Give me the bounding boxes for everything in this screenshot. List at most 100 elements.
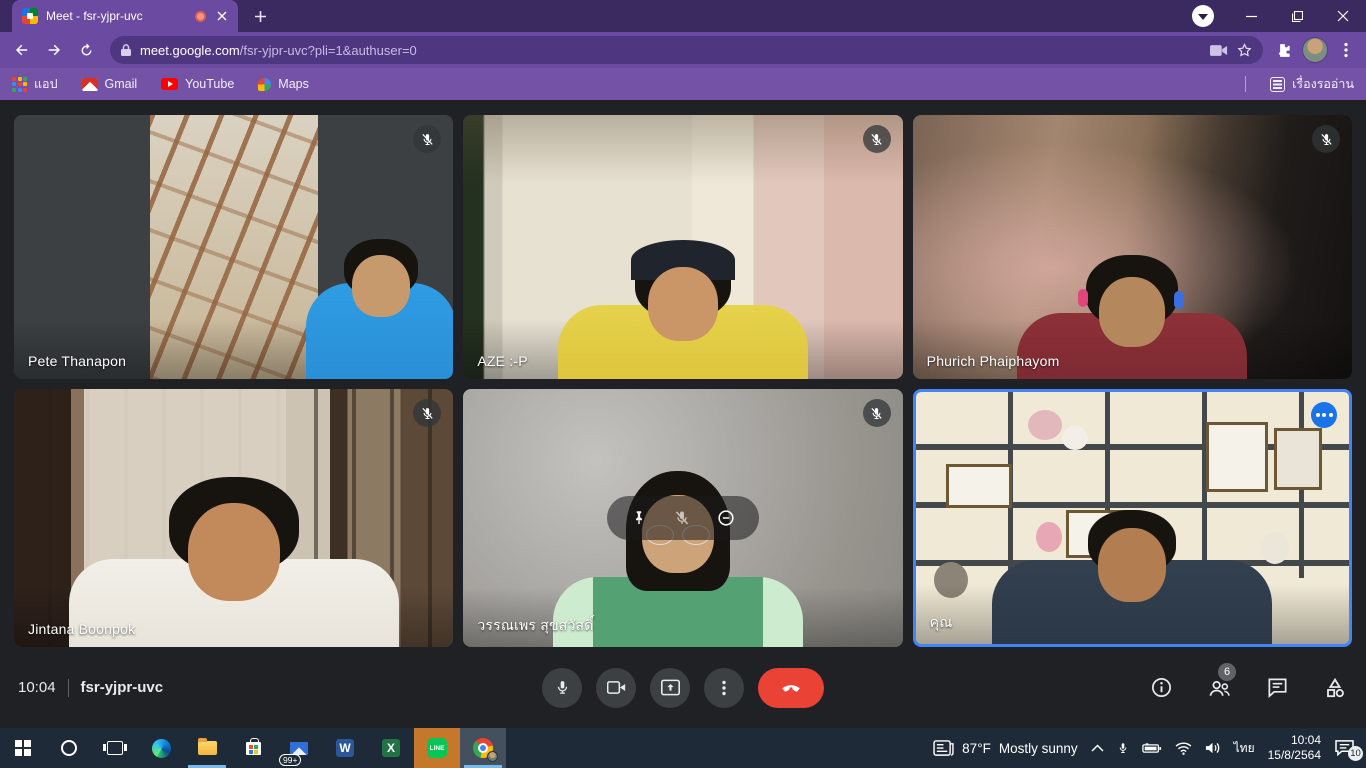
cortana-icon [61,740,77,756]
reading-list-icon [1270,77,1285,92]
meet-favicon-icon [22,8,38,24]
video-tile-jintana-boonpok[interactable]: Jintana Boonpok [14,389,453,647]
bookmark-gmail[interactable]: Gmail [82,77,138,91]
taskbar-time: 10:04 [1268,733,1321,748]
browser-menu-icon[interactable] [1338,42,1354,58]
bookmark-star-icon[interactable] [1236,42,1253,59]
taskbar-mail[interactable]: 99+ [276,728,322,768]
bookmarks-divider [1245,76,1246,92]
apps-grid-icon [12,77,27,92]
video-tile-wannaporn[interactable]: วรรณเพร สุขสวัสดิ์ [463,389,902,647]
mic-muted-icon [1312,125,1340,153]
url-domain: meet.google.com [140,43,240,58]
gmail-icon [82,78,98,91]
meeting-details-button[interactable] [1148,675,1174,701]
reload-button[interactable] [72,36,100,64]
video-grid: Pete Thanapon AZE :-P Ph [0,100,1366,647]
task-view-button[interactable] [92,728,138,768]
pin-participant-icon[interactable] [630,509,648,527]
extensions-puzzle-icon[interactable] [1273,41,1292,60]
camera-in-use-icon[interactable] [1210,44,1228,57]
bookmark-youtube[interactable]: YouTube [161,77,234,91]
window-controls [1228,0,1366,32]
participant-name-self: คุณ [930,612,953,634]
mute-participant-icon[interactable] [673,509,691,527]
video-feed [913,115,1352,379]
participant-name: Jintana Boonpok [28,621,135,637]
taskbar-word[interactable]: W [322,728,368,768]
reading-list-button[interactable]: เรื่องรออ่าน [1270,74,1354,94]
meet-page: Pete Thanapon AZE :-P Ph [0,100,1366,728]
participants-button[interactable]: 6 [1206,675,1232,701]
action-center-button[interactable]: 10 [1334,739,1356,757]
bookmark-youtube-label: YouTube [185,77,234,91]
notification-count-badge: 10 [1348,746,1363,761]
taskbar-clock[interactable]: 10:04 15/8/2564 [1268,733,1321,763]
video-tile-pete-thanapon[interactable]: Pete Thanapon [14,115,453,379]
taskbar-excel[interactable]: X [368,728,414,768]
more-options-button[interactable] [704,668,744,708]
bookmark-apps[interactable]: แอป [12,74,58,94]
taskbar-file-explorer[interactable] [184,728,230,768]
new-tab-button[interactable] [246,2,274,30]
taskbar-line[interactable]: LINE [414,728,460,768]
call-controls [542,668,824,708]
meet-bottom-bar: 10:04 fsr-yjpr-uvc [0,647,1366,728]
participant-name: Pete Thanapon [28,353,126,369]
participant-name: AZE :-P [477,353,527,369]
weather-widget[interactable]: 87°F Mostly sunny [933,740,1077,757]
tray-expand-icon[interactable] [1091,744,1104,752]
news-widget-icon [933,740,954,757]
volume-icon[interactable] [1205,741,1221,755]
windows-logo-icon [15,740,31,756]
forward-button[interactable] [40,36,68,64]
cortana-button[interactable] [46,728,92,768]
window-maximize-button[interactable] [1274,0,1320,32]
microphone-button[interactable] [542,668,582,708]
mic-muted-icon [863,125,891,153]
battery-icon[interactable] [1142,742,1162,755]
microsoft-store-icon [246,742,261,755]
video-tile-aze[interactable]: AZE :-P [463,115,902,379]
taskbar-store[interactable] [230,728,276,768]
wifi-icon[interactable] [1175,742,1192,755]
address-bar[interactable]: meet.google.com/fsr-yjpr-uvc?pli=1&authu… [110,36,1263,64]
remove-participant-icon[interactable] [716,508,736,528]
meeting-clock: 10:04 [18,679,56,696]
taskbar-edge[interactable] [138,728,184,768]
participant-hover-controls [607,496,759,540]
browser-tab[interactable]: Meet - fsr-yjpr-uvc [12,0,238,32]
video-tile-phurich-phaiphayom[interactable]: Phurich Phaiphayom [913,115,1352,379]
leave-call-button[interactable] [758,668,824,708]
bookmark-maps-label: Maps [278,77,309,91]
profile-avatar[interactable] [1302,37,1328,63]
camera-button[interactable] [596,668,636,708]
tray-microphone-icon[interactable] [1117,740,1129,756]
meeting-info: 10:04 fsr-yjpr-uvc [18,679,163,697]
window-minimize-button[interactable] [1228,0,1274,32]
self-tile-options-button[interactable] [1311,402,1337,428]
bookmark-maps[interactable]: Maps [258,77,309,91]
screen: Meet - fsr-yjpr-uvc [0,0,1366,768]
chat-button[interactable] [1264,675,1290,701]
edge-icon [152,739,171,758]
video-feed [463,115,902,379]
word-icon: W [336,739,354,757]
tab-search-button[interactable] [1192,5,1214,27]
tab-close-icon[interactable] [214,8,230,24]
bookmark-gmail-label: Gmail [105,77,138,91]
separator [68,679,69,697]
present-screen-button[interactable] [650,668,690,708]
language-indicator[interactable]: ไทย [1234,739,1255,758]
back-button[interactable] [8,36,36,64]
taskbar-chrome[interactable] [460,728,506,768]
meeting-code: fsr-yjpr-uvc [81,679,164,696]
start-button[interactable] [0,728,46,768]
bookmark-apps-label: แอป [34,74,58,94]
participant-name: วรรณเพร สุขสวัสดิ์ [477,615,593,637]
activities-button[interactable] [1322,675,1348,701]
video-feed [916,392,1349,644]
tab-recording-indicator-icon [195,11,206,22]
video-tile-self[interactable]: คุณ [913,389,1352,647]
window-close-button[interactable] [1320,0,1366,32]
